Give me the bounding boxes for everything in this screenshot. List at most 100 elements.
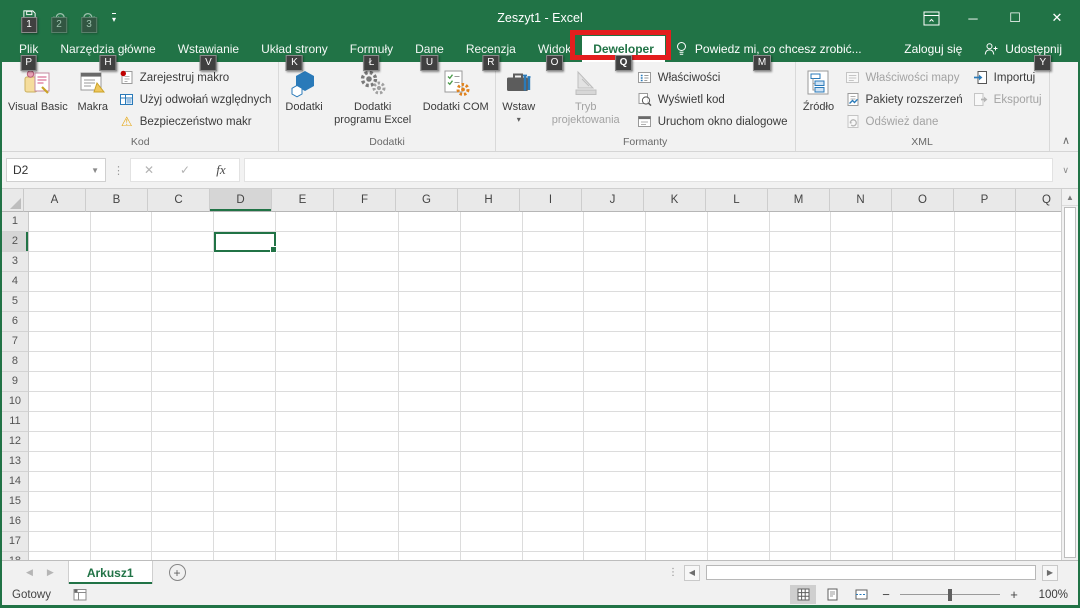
column-header-a[interactable]: A	[24, 189, 86, 212]
grid-cell[interactable]	[523, 232, 585, 252]
grid-cell[interactable]	[276, 392, 338, 412]
grid-cell[interactable]	[708, 272, 770, 292]
row-header-18[interactable]: 18	[2, 552, 29, 560]
grid-cell[interactable]	[708, 492, 770, 512]
grid-cell[interactable]	[708, 472, 770, 492]
grid-cell[interactable]	[893, 232, 955, 252]
row-header-16[interactable]: 16	[2, 512, 29, 532]
grid-cell[interactable]	[152, 232, 214, 252]
grid-cell[interactable]	[584, 232, 646, 252]
grid-cell[interactable]	[276, 212, 338, 232]
grid-cell[interactable]	[461, 372, 523, 392]
grid-cell[interactable]	[91, 212, 153, 232]
grid-cell[interactable]	[831, 352, 893, 372]
grid-cell[interactable]	[461, 532, 523, 552]
grid-cell[interactable]	[523, 452, 585, 472]
dodatki-button[interactable]: Dodatki	[281, 64, 326, 115]
grid-cell[interactable]	[276, 332, 338, 352]
grid-cell[interactable]	[399, 412, 461, 432]
grid-cell[interactable]	[214, 252, 276, 272]
grid-cell[interactable]	[893, 332, 955, 352]
grid-cell[interactable]	[831, 212, 893, 232]
grid-cell[interactable]	[461, 272, 523, 292]
grid-cell[interactable]	[91, 392, 153, 412]
grid-cell[interactable]	[337, 492, 399, 512]
grid-cell[interactable]	[584, 212, 646, 232]
wstaw-button[interactable]: Wstaw▾	[498, 64, 540, 125]
grid-cell[interactable]	[770, 252, 832, 272]
formula-bar-drag-handle[interactable]: ⋮	[110, 164, 126, 177]
grid-cell[interactable]	[584, 312, 646, 332]
grid-cell[interactable]	[29, 212, 91, 232]
grid-cell[interactable]	[646, 372, 708, 392]
zoom-out-button[interactable]: −	[877, 587, 895, 602]
row-header-10[interactable]: 10	[2, 392, 29, 412]
grid-cell[interactable]	[770, 472, 832, 492]
scroll-right-icon[interactable]: ▶	[1042, 565, 1058, 581]
bezpieczenstwo-makr-button[interactable]: ⚠Bezpieczeństwo makr	[116, 111, 275, 132]
column-header-e[interactable]: E	[272, 189, 334, 212]
grid-cell[interactable]	[399, 332, 461, 352]
grid-cell[interactable]	[831, 412, 893, 432]
uzyj-odwolan-wzglednych-button[interactable]: Użyj odwołań względnych	[116, 89, 275, 110]
grid-cell[interactable]	[91, 372, 153, 392]
save-button[interactable]: 1	[16, 5, 42, 31]
makra-button[interactable]: Makra	[72, 64, 114, 115]
grid-cell[interactable]	[214, 332, 276, 352]
grid-cell[interactable]	[893, 312, 955, 332]
column-header-k[interactable]: K	[644, 189, 706, 212]
grid-cell[interactable]	[893, 512, 955, 532]
grid-cell[interactable]	[955, 312, 1017, 332]
grid-cell[interactable]	[214, 292, 276, 312]
grid-cell[interactable]	[461, 312, 523, 332]
grid-cell[interactable]	[584, 412, 646, 432]
grid-cell[interactable]	[770, 292, 832, 312]
page-break-view-button[interactable]	[848, 585, 874, 604]
grid-cell[interactable]	[523, 272, 585, 292]
grid-cell[interactable]	[584, 432, 646, 452]
grid-cell[interactable]	[91, 452, 153, 472]
grid-cell[interactable]	[91, 432, 153, 452]
row-header-1[interactable]: 1	[2, 212, 29, 232]
grid-cell[interactable]	[646, 472, 708, 492]
expand-formula-bar-icon[interactable]: ∨	[1057, 165, 1074, 176]
grid-cell[interactable]	[461, 292, 523, 312]
grid-cell[interactable]	[831, 532, 893, 552]
grid-cell[interactable]	[29, 412, 91, 432]
zoom-slider[interactable]	[900, 589, 1000, 601]
grid-cell[interactable]	[152, 352, 214, 372]
grid-cell[interactable]	[646, 332, 708, 352]
grid-cell[interactable]	[893, 452, 955, 472]
grid-cell[interactable]	[276, 532, 338, 552]
grid-cell[interactable]	[214, 452, 276, 472]
grid-cell[interactable]	[91, 292, 153, 312]
grid-cell[interactable]	[646, 492, 708, 512]
grid-cell[interactable]	[955, 372, 1017, 392]
grid-cell[interactable]	[214, 212, 276, 232]
grid-cell[interactable]	[461, 432, 523, 452]
grid-cell[interactable]	[276, 512, 338, 532]
grid-cell[interactable]	[955, 532, 1017, 552]
grid-cell[interactable]	[955, 352, 1017, 372]
grid-cell[interactable]	[337, 252, 399, 272]
vertical-scrollbar[interactable]: ▲	[1061, 189, 1078, 560]
grid-cell[interactable]	[646, 432, 708, 452]
insert-function-button[interactable]: fx	[203, 162, 239, 178]
grid-cell[interactable]	[29, 292, 91, 312]
grid-cell[interactable]	[29, 392, 91, 412]
grid-cell[interactable]	[399, 312, 461, 332]
grid-cell[interactable]	[461, 212, 523, 232]
grid-cell[interactable]	[399, 232, 461, 252]
grid-cell[interactable]	[461, 352, 523, 372]
grid-cell[interactable]	[152, 412, 214, 432]
grid-cell[interactable]	[770, 532, 832, 552]
grid-cell[interactable]	[708, 352, 770, 372]
add-sheet-button[interactable]: +	[169, 564, 186, 581]
grid-cell[interactable]	[399, 512, 461, 532]
tab-widok[interactable]: WidokO	[527, 36, 582, 62]
grid-cell[interactable]	[337, 392, 399, 412]
name-box[interactable]: D2 ▼	[6, 158, 106, 182]
uruchom-okno-dialogowe-button[interactable]: Uruchom okno dialogowe	[634, 111, 791, 132]
grid-cell[interactable]	[152, 432, 214, 452]
grid-cell[interactable]	[399, 212, 461, 232]
